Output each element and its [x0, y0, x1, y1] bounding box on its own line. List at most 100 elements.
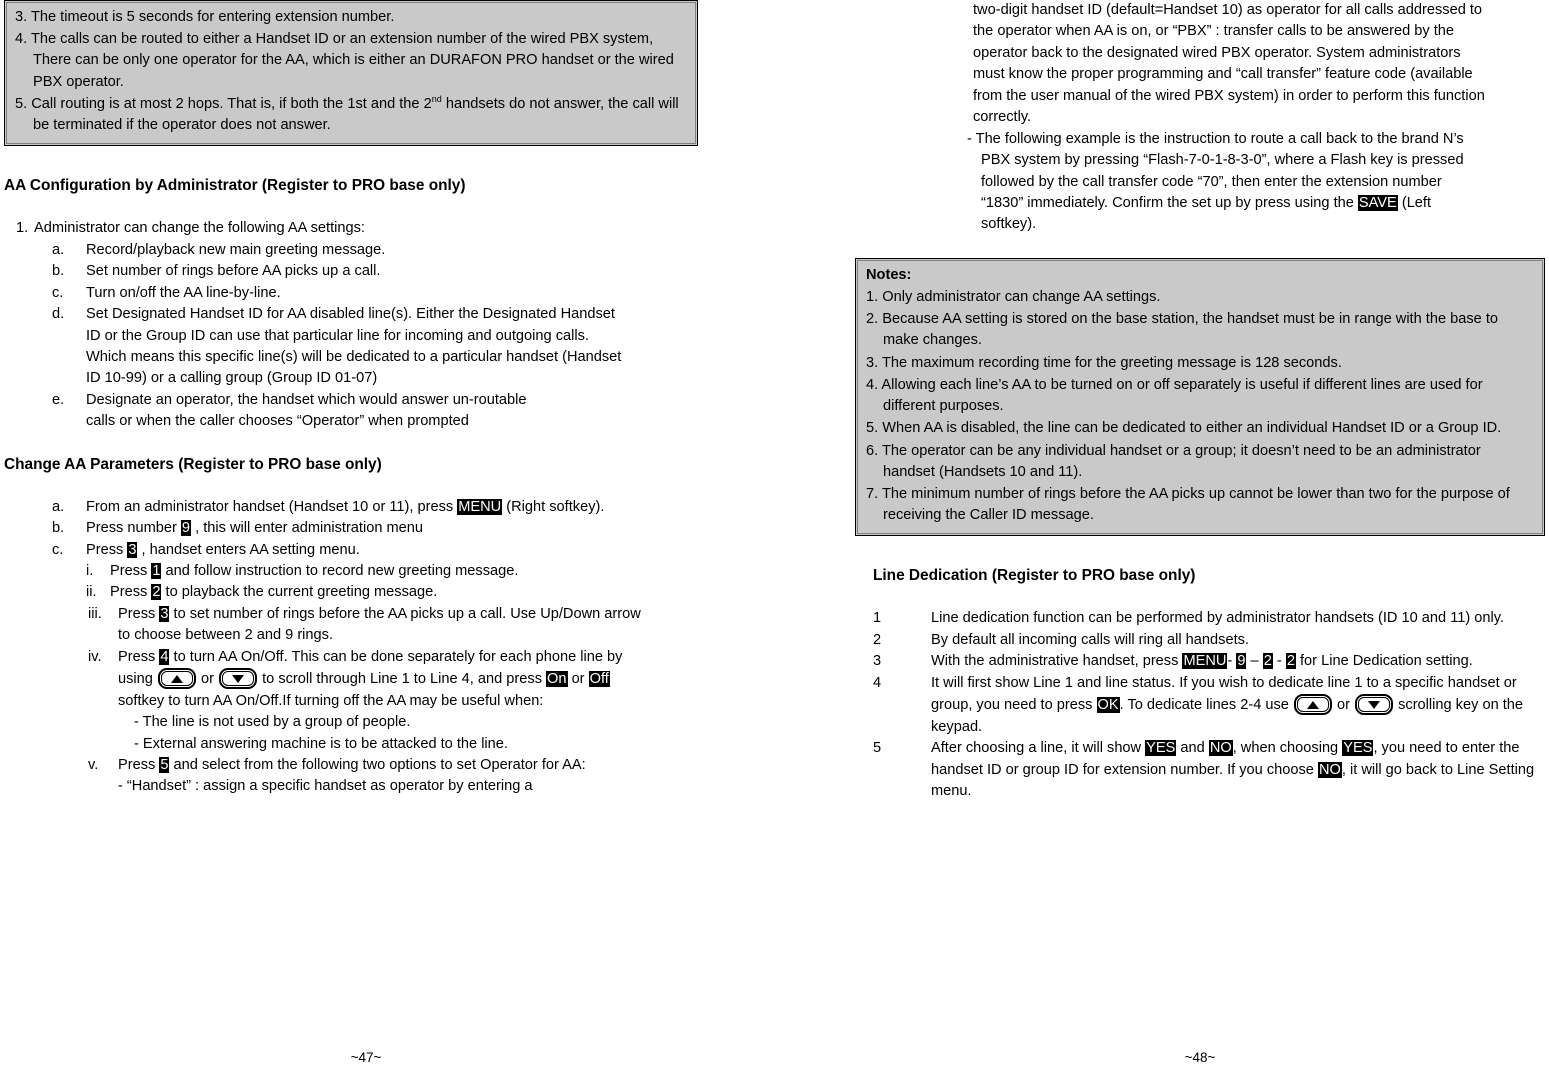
note-item: 5. When AA is disabled, the line can be …	[866, 418, 1534, 439]
callout-item-text: The timeout is 5 seconds for entering ex…	[30, 9, 395, 25]
list-text: With the administrative handset, press M…	[931, 651, 1545, 672]
ld5-text-mid1: , when choosing	[1232, 740, 1343, 757]
sub-bullet: - The line is not used by a group of peo…	[134, 714, 411, 731]
key-save[interactable]: SAVE	[1357, 194, 1398, 211]
list-marker: 5	[873, 740, 882, 757]
heading-change-aa-parameters: Change AA Parameters (Register to PRO ba…	[4, 455, 382, 473]
key-9[interactable]: 9	[180, 520, 192, 537]
list-item: 3 With the administrative handset, press…	[855, 651, 1545, 672]
or-word-2: or	[567, 671, 589, 688]
list-marker: a.	[52, 498, 65, 515]
list-item: c. Turn on/off the AA line-by-line.	[4, 283, 698, 304]
step-text-before: Press	[110, 563, 152, 580]
list-item: b. Press number 9 , this will enter admi…	[4, 518, 698, 539]
list-marker: ii.	[86, 584, 97, 601]
ordinal-suffix: nd	[431, 94, 442, 105]
list-text: Designate an operator, the handset which…	[86, 391, 527, 430]
step-text-after: to playback the current greeting message…	[161, 584, 438, 601]
list-marker: 4	[873, 674, 882, 691]
key-ok[interactable]: OK	[1096, 697, 1120, 714]
list-item: a. From an administrator handset (Handse…	[4, 497, 698, 518]
list-marker: 2	[873, 631, 882, 648]
list-marker: b.	[52, 263, 65, 280]
key-3[interactable]: 3	[127, 541, 138, 558]
page-left: 3. The timeout is 5 seconds for entering…	[4, 0, 728, 1077]
callout-item-number: 4.	[15, 31, 28, 48]
sep-and: and	[1176, 740, 1209, 757]
page-number-right: ~48~	[1184, 1050, 1216, 1065]
list-marker: 1	[873, 610, 882, 627]
sub-bullet: - “Handset” : assign a specific handset …	[118, 778, 533, 795]
arrow-down-key-icon[interactable]	[219, 668, 258, 690]
heading-line-dedication: Line Dedication (Register to PRO base on…	[873, 567, 1196, 585]
list-text: Press 4 to turn AA On/Off. This can be d…	[118, 647, 650, 712]
key-yes-second[interactable]: YES	[1342, 740, 1374, 757]
list-text: Press 5 and select from the following tw…	[118, 755, 642, 776]
top-callout-box: 3. The timeout is 5 seconds for entering…	[4, 0, 698, 147]
note-item: 1. Only administrator can change AA sett…	[866, 287, 1534, 308]
sub-bullet: - External answering machine is to be at…	[134, 735, 508, 752]
arrow-up-key-icon[interactable]	[1293, 694, 1332, 716]
list-text: After choosing a line, it will show YES …	[931, 738, 1545, 802]
step-text-before: Press	[110, 584, 152, 601]
key-no-second[interactable]: NO	[1317, 761, 1342, 778]
arrow-up-key-icon[interactable]	[157, 668, 196, 690]
note-number: 5.	[866, 420, 879, 437]
step-text-before: Press	[118, 756, 160, 773]
page-right: two-digit handset ID (default=Handset 10…	[855, 0, 1545, 1077]
step-text-after: to set number of rings before the AA pic…	[118, 605, 641, 644]
list-marker: 1.	[16, 220, 29, 237]
or-word: or	[196, 671, 219, 688]
key-5[interactable]: 5	[159, 756, 170, 773]
or-word: or	[1332, 697, 1355, 714]
key-no-first[interactable]: NO	[1208, 740, 1233, 757]
note-text: Because AA setting is stored on the base…	[882, 311, 1499, 349]
list-text: Line dedication function can be performe…	[931, 610, 1505, 627]
step-text-mid2: to scroll through Line 1 to Line 4, and …	[258, 671, 547, 688]
key-2-second[interactable]: 2	[1285, 653, 1296, 670]
list-text: Record/playback new main greeting messag…	[86, 241, 386, 258]
sep-3: -	[1272, 653, 1286, 670]
callout-item-number: 3.	[15, 9, 28, 25]
step-text-before: From an administrator handset (Handset 1…	[86, 498, 458, 515]
list-marker: v.	[88, 756, 99, 773]
list-item: 1 Line dedication function can be perfor…	[855, 608, 1545, 629]
list-item: v. Press 5 and select from the following…	[4, 755, 698, 776]
list-text: Press 2 to playback the current greeting…	[110, 582, 698, 603]
key-3-rings[interactable]: 3	[159, 605, 170, 622]
list-item: iv. Press 4 to turn AA On/Off. This can …	[4, 647, 698, 712]
ld3-text-after: for Line Dedication setting.	[1295, 653, 1473, 670]
step-text-after: softkey to turn AA On/Off.If turning off…	[118, 692, 544, 709]
list-item: c. Press 3 , handset enters AA setting m…	[4, 540, 698, 561]
key-on[interactable]: On	[546, 671, 568, 688]
note-item: 6. The operator can be any individual ha…	[866, 441, 1534, 483]
key-yes-first[interactable]: YES	[1145, 740, 1177, 757]
arrow-down-key-icon[interactable]	[1355, 694, 1394, 716]
list-marker: iv.	[88, 648, 102, 665]
list-text: Set number of rings before AA picks up a…	[86, 263, 381, 280]
key-1[interactable]: 1	[151, 563, 162, 580]
key-2-first[interactable]: 2	[1262, 653, 1273, 670]
key-menu[interactable]: MENU	[1182, 653, 1228, 670]
note-text: The minimum number of rings before the A…	[881, 486, 1510, 524]
step-text-before: Press	[86, 541, 128, 558]
key-menu[interactable]: MENU	[457, 498, 503, 515]
note-number: 4.	[866, 376, 879, 393]
list-text: Turn on/off the AA line-by-line.	[86, 284, 281, 301]
list-text: Administrator can change the following A…	[34, 220, 365, 237]
callout-item: 5. Call routing is at most 2 hops. That …	[15, 94, 687, 136]
key-off[interactable]: Off	[588, 671, 610, 688]
step-text-after: and follow instruction to record new gre…	[161, 563, 519, 580]
key-4[interactable]: 4	[159, 648, 170, 665]
ld4-text-mid: . To dedicate lines 2-4 use	[1119, 697, 1293, 714]
key-2[interactable]: 2	[151, 584, 162, 601]
note-text: The maximum recording time for the greet…	[881, 354, 1342, 371]
callout-item: 4. The calls can be routed to either a H…	[15, 29, 687, 93]
notes-callout-box: Notes: 1. Only administrator can change …	[855, 257, 1545, 537]
step-text-before: Press	[118, 605, 160, 622]
list-item: iii. Press 3 to set number of rings befo…	[4, 604, 698, 647]
key-9[interactable]: 9	[1236, 653, 1247, 670]
list-marker: d.	[52, 306, 65, 323]
step-text-after: (Right softkey).	[502, 498, 605, 515]
list-item: b. Set number of rings before AA picks u…	[4, 261, 698, 282]
